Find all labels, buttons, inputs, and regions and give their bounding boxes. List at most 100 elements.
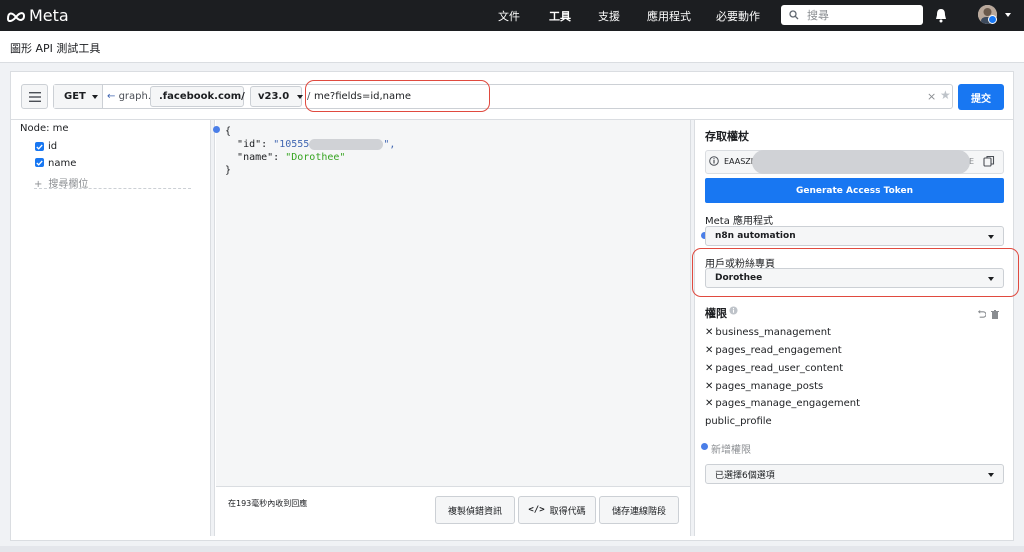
remove-icon[interactable]: ✕ — [705, 381, 713, 392]
access-token-prefix: EAASZI — [724, 157, 754, 166]
collapse-dot-icon[interactable] — [213, 126, 220, 133]
remove-icon[interactable]: ✕ — [705, 345, 713, 356]
redacted-token-blur — [752, 150, 970, 174]
permission-item[interactable]: ✕ pages_read_engagement — [705, 345, 842, 356]
permission-name: pages_read_engagement — [715, 345, 842, 356]
permission-item[interactable]: ✕ pages_read_user_content — [705, 363, 843, 374]
copy-debug-button[interactable]: 複製偵錯資訊 — [435, 496, 515, 524]
json-id-key: "id" — [237, 139, 262, 150]
nav-support[interactable]: 支援 — [598, 8, 620, 24]
permission-name: pages_manage_posts — [715, 381, 824, 392]
permission-name: business_management — [715, 327, 831, 338]
version-select[interactable]: v23.0 — [250, 86, 304, 107]
host-prefix-text: graph. — [118, 91, 152, 102]
json-open-brace: { — [225, 126, 232, 137]
left-arrow-icon: ← — [107, 91, 116, 102]
undo-icon[interactable] — [977, 310, 986, 319]
json-close-brace: } — [225, 165, 232, 176]
json-id-value-start: "10555 — [273, 139, 310, 150]
access-token-suffix: E — [969, 157, 975, 166]
left-resize-handle[interactable] — [210, 120, 215, 536]
nav-docs[interactable]: 文件 — [498, 8, 520, 24]
hamburger-icon — [28, 91, 41, 102]
permissions-title: 權限 — [705, 307, 727, 320]
info-icon[interactable] — [729, 306, 738, 315]
brand-name: Meta — [29, 6, 69, 25]
remove-icon[interactable]: ✕ — [705, 363, 713, 374]
json-id-value-end: ", — [383, 139, 396, 150]
plus-icon: + — [34, 179, 43, 190]
get-code-button[interactable]: </> 取得代碼 — [518, 496, 596, 524]
field-checkbox-id[interactable] — [35, 142, 44, 151]
host-prefix: ← graph. — [107, 91, 151, 102]
response-time: 在193毫秒內收到回應 — [228, 499, 308, 508]
meta-app-value: n8n automation — [715, 231, 796, 241]
permission-name: pages_manage_engagement — [715, 398, 861, 409]
json-name-value: "Dorothee" — [285, 152, 346, 163]
chevron-down-icon — [988, 235, 994, 239]
account-chevron-down-icon[interactable] — [1005, 13, 1011, 17]
permission-name: pages_read_user_content — [715, 363, 844, 374]
permission-name: public_profile — [705, 416, 772, 427]
meta-app-select[interactable]: n8n automation — [705, 226, 1004, 246]
nav-apps[interactable]: 應用程式 — [647, 8, 691, 24]
nav-required-actions[interactable]: 必要動作 — [716, 8, 760, 24]
permission-item[interactable]: ✕ business_management — [705, 327, 831, 338]
highlight-outline-path — [305, 80, 490, 112]
search-icon — [789, 10, 799, 20]
field-search-input[interactable]: + 搜尋欄位 — [34, 175, 191, 190]
remove-icon[interactable]: ✕ — [705, 398, 713, 409]
field-checkbox-name[interactable] — [35, 158, 44, 167]
menu-button[interactable] — [21, 84, 48, 109]
meta-logo[interactable]: Meta — [6, 6, 69, 25]
facebook-badge-icon — [988, 15, 997, 24]
clear-icon[interactable]: × — [927, 90, 936, 103]
field-label-id: id — [48, 141, 58, 152]
meta-infinity-icon — [6, 11, 26, 22]
status-dot-icon — [701, 443, 708, 450]
info-icon[interactable] — [709, 156, 719, 166]
remove-icon[interactable]: ✕ — [705, 327, 713, 338]
star-icon[interactable]: ★ — [940, 88, 951, 102]
version-value: v23.0 — [258, 91, 290, 102]
search-placeholder: 搜尋 — [807, 9, 829, 22]
copy-icon[interactable] — [983, 155, 995, 167]
checkmark-icon — [36, 144, 43, 150]
add-permission-label[interactable]: 新增權限 — [711, 441, 751, 456]
code-icon: </> — [528, 505, 545, 515]
generate-access-token-button[interactable]: Generate Access Token — [705, 178, 1004, 203]
field-search-placeholder: 搜尋欄位 — [48, 179, 89, 190]
host-select[interactable]: .facebook.com/ — [150, 86, 261, 107]
node-label: Node: me — [20, 123, 69, 134]
title-bar — [0, 31, 1024, 63]
meta-app-label: Meta 應用程式 — [705, 216, 774, 227]
right-resize-handle[interactable] — [690, 120, 695, 536]
bell-icon[interactable] — [934, 8, 948, 23]
trash-icon[interactable] — [991, 310, 999, 319]
highlight-outline-user — [692, 248, 1019, 297]
field-label-name: name — [48, 158, 77, 169]
response-json: { "id": "10555 ", "name": "Dorothee" } — [225, 126, 396, 176]
save-session-button[interactable]: 儲存連線階段 — [599, 496, 679, 524]
host-value: .facebook.com/ — [159, 91, 245, 102]
json-name-key: "name" — [237, 152, 274, 163]
chevron-down-icon — [297, 94, 304, 99]
search-input[interactable]: 搜尋 — [781, 5, 923, 25]
permissions-summary: 已選擇6個選項 — [715, 470, 775, 481]
get-code-label: 取得代碼 — [549, 506, 586, 517]
redacted-blur — [309, 138, 384, 150]
checkmark-icon — [36, 160, 43, 166]
page-title: 圖形 API 測試工具 — [10, 42, 101, 55]
nav-tools[interactable]: 工具 — [549, 8, 571, 24]
http-method-value: GET — [64, 91, 86, 102]
submit-button[interactable]: 提交 — [958, 84, 1004, 110]
permissions-select[interactable]: 已選擇6個選項 — [705, 464, 1004, 484]
chevron-down-icon — [988, 473, 994, 477]
bottom-strip — [0, 546, 1024, 552]
permission-item[interactable]: ✕ pages_manage_posts — [705, 381, 823, 392]
permission-item: public_profile — [705, 416, 772, 427]
permission-item[interactable]: ✕ pages_manage_engagement — [705, 398, 860, 409]
access-token-title: 存取權杖 — [705, 130, 749, 143]
chevron-down-icon — [91, 94, 98, 99]
http-method-select[interactable]: GET — [54, 85, 103, 108]
